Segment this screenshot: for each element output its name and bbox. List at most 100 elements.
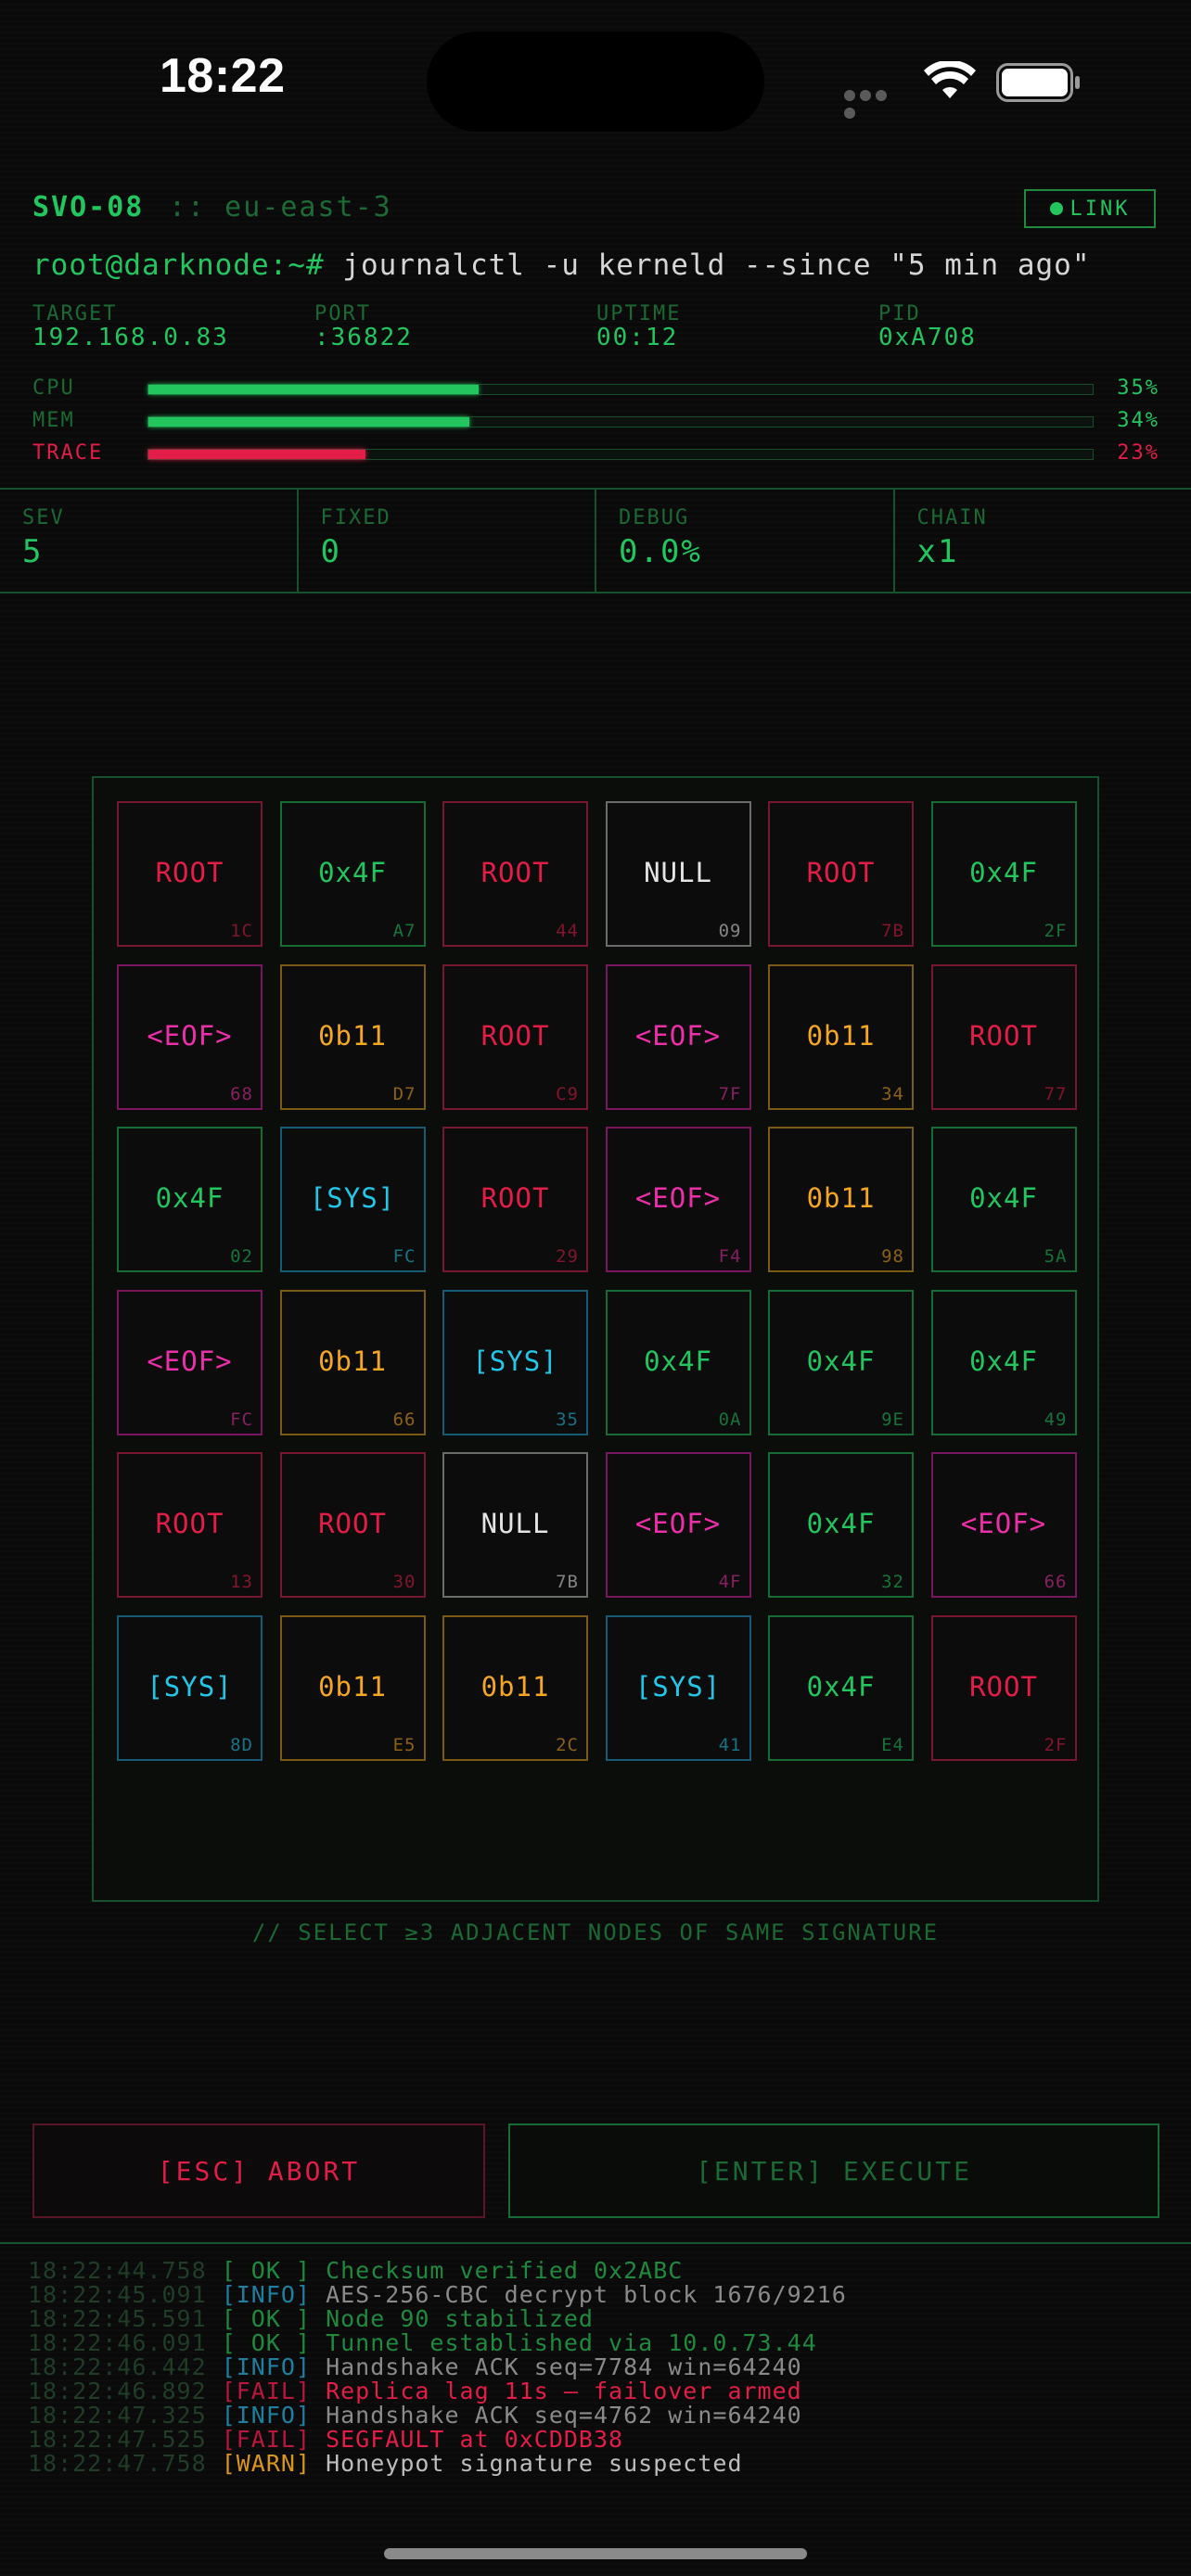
meter-percent: 23% <box>1117 441 1159 465</box>
grid-tile-hex[interactable]: 0x4F 2F <box>930 801 1077 947</box>
grid-tile-bin[interactable]: 0b11 66 <box>279 1289 426 1435</box>
abort-button[interactable]: [ESC] ABORT <box>32 2123 485 2218</box>
cellular-signal-icon <box>844 87 905 119</box>
tile-code: C9 <box>556 1083 579 1104</box>
link-label: LINK <box>1069 197 1131 221</box>
tile-code: 68 <box>230 1083 253 1104</box>
info-label: PORT <box>314 302 371 325</box>
tile-code: 0A <box>718 1409 742 1430</box>
grid-tile-hex[interactable]: 0x4F 49 <box>930 1289 1077 1435</box>
log-timestamp: 18:22:45.091 <box>28 2281 207 2308</box>
log-timestamp: 18:22:46.091 <box>28 2329 207 2356</box>
grid-tile-root[interactable]: ROOT 29 <box>442 1127 588 1272</box>
tile-code: 66 <box>392 1409 416 1430</box>
grid-tile-eof[interactable]: <EOF> FC <box>117 1289 263 1435</box>
grid-tile-bin[interactable]: 0b11 2C <box>442 1614 588 1761</box>
info-value: 00:12 <box>596 324 679 351</box>
grid-tile-root[interactable]: ROOT C9 <box>442 963 588 1110</box>
log-line: 18:22:47.525 [FAIL] SEGFAULT at 0xCDDB38 <box>28 2428 1178 2452</box>
grid-tile-sys[interactable]: [SYS] 41 <box>605 1614 751 1761</box>
tile-code: 41 <box>718 1734 742 1755</box>
log-level-tag: [ OK ] <box>221 2305 311 2332</box>
tile-code: F4 <box>718 1246 742 1267</box>
log-timestamp: 18:22:45.591 <box>28 2305 207 2332</box>
grid-tile-root[interactable]: ROOT 77 <box>930 963 1077 1110</box>
grid-tile-root[interactable]: ROOT 30 <box>279 1452 426 1598</box>
grid-tile-hex[interactable]: 0x4F 02 <box>117 1127 263 1272</box>
tile-code: 4F <box>718 1572 742 1592</box>
log-timestamp: 18:22:46.442 <box>28 2353 207 2380</box>
grid-tile-bin[interactable]: 0b11 E5 <box>279 1614 426 1761</box>
grid-tile-eof[interactable]: <EOF> 68 <box>117 963 263 1110</box>
tile-code: D7 <box>392 1083 416 1104</box>
info-target: TARGET 192.168.0.83 <box>32 302 229 351</box>
home-indicator[interactable] <box>384 2548 807 2559</box>
tile-code: 8D <box>230 1734 253 1755</box>
grid-tile-eof[interactable]: <EOF> 4F <box>605 1452 751 1598</box>
stat-value: 5 <box>22 533 44 570</box>
log-message: Checksum verified 0x2ABC <box>326 2257 684 2284</box>
grid-tile-null[interactable]: NULL 7B <box>442 1452 588 1598</box>
tile-code: 77 <box>1044 1083 1068 1104</box>
tile-symbol: 0b11 <box>318 1670 387 1702</box>
tile-symbol: ROOT <box>318 1508 387 1539</box>
log-message: Handshake ACK seq=4762 win=64240 <box>326 2402 802 2429</box>
grid-tile-bin[interactable]: 0b11 34 <box>768 963 914 1110</box>
grid-tile-hex[interactable]: 0x4F A7 <box>279 801 426 947</box>
grid-tile-hex[interactable]: 0x4F 5A <box>930 1127 1077 1272</box>
execute-button[interactable]: [ENTER] EXECUTE <box>508 2123 1159 2218</box>
log-level-tag: [INFO] <box>221 2402 311 2429</box>
grid-tile-sys[interactable]: [SYS] 8D <box>117 1614 263 1761</box>
meter-cpu: CPU 35% <box>32 376 1159 404</box>
grid-tile-root[interactable]: ROOT 1C <box>117 801 263 947</box>
link-status-badge[interactable]: LINK <box>1024 189 1156 228</box>
grid-tile-eof[interactable]: <EOF> 7F <box>605 963 751 1110</box>
grid-tile-sys[interactable]: [SYS] FC <box>279 1127 426 1272</box>
meter-label: CPU <box>32 376 75 400</box>
tile-symbol: ROOT <box>969 1670 1038 1702</box>
stat-label: FIXED <box>320 506 391 529</box>
stat-debug: DEBUG 0.0% <box>596 490 895 592</box>
tile-code: 13 <box>230 1572 253 1592</box>
stat-label: SEV <box>22 506 65 529</box>
tile-code: 7F <box>718 1083 742 1104</box>
tile-code: 1C <box>230 921 253 941</box>
tile-symbol: ROOT <box>806 857 876 888</box>
stat-value: 0 <box>320 533 341 570</box>
tile-code: 5A <box>1044 1246 1068 1267</box>
tile-code: 7B <box>881 921 904 941</box>
tile-symbol: 0x4F <box>969 857 1038 888</box>
tile-code: E5 <box>392 1734 416 1755</box>
grid-tile-eof[interactable]: <EOF> F4 <box>605 1127 751 1272</box>
tile-symbol: 0x4F <box>806 1670 876 1702</box>
grid-tile-root[interactable]: ROOT 44 <box>442 801 588 947</box>
battery-icon <box>996 63 1080 102</box>
grid-tile-hex[interactable]: 0x4F 32 <box>768 1452 914 1598</box>
grid-tile-bin[interactable]: 0b11 D7 <box>279 963 426 1110</box>
info-value: 0xA708 <box>878 324 977 351</box>
log-level-tag: [INFO] <box>221 2281 311 2308</box>
grid-tile-hex[interactable]: 0x4F 0A <box>605 1289 751 1435</box>
grid-tile-bin[interactable]: 0b11 98 <box>768 1127 914 1272</box>
tile-code: A7 <box>392 921 416 941</box>
log-line: 18:22:45.591 [ OK ] Node 90 stabilized <box>28 2307 1178 2331</box>
tile-symbol: 0x4F <box>969 1182 1038 1214</box>
grid-tile-root[interactable]: ROOT 13 <box>117 1452 263 1598</box>
tile-symbol: 0b11 <box>806 1019 876 1052</box>
tile-symbol: <EOF> <box>147 1019 233 1052</box>
grid-tile-root[interactable]: ROOT 2F <box>930 1614 1077 1761</box>
tile-symbol: <EOF> <box>634 1508 722 1539</box>
grid-tile-hex[interactable]: 0x4F E4 <box>768 1614 914 1761</box>
grid-tile-root[interactable]: ROOT 7B <box>768 801 914 947</box>
grid-tile-hex[interactable]: 0x4F 9E <box>768 1289 914 1435</box>
grid-tile-eof[interactable]: <EOF> 66 <box>930 1452 1077 1598</box>
stat-label: CHAIN <box>916 506 988 529</box>
log-line: 18:22:46.892 [FAIL] Replica lag 11s — fa… <box>28 2379 1178 2404</box>
tile-symbol: NULL <box>644 857 712 888</box>
tile-code: 7B <box>556 1572 579 1592</box>
tile-code: 2F <box>1044 1734 1068 1755</box>
tile-code: 98 <box>881 1246 904 1267</box>
grid-tile-sys[interactable]: [SYS] 35 <box>442 1289 588 1435</box>
grid-tile-null[interactable]: NULL 09 <box>605 801 751 947</box>
log-line: 18:22:44.758 [ OK ] Checksum verified 0x… <box>28 2259 1178 2283</box>
